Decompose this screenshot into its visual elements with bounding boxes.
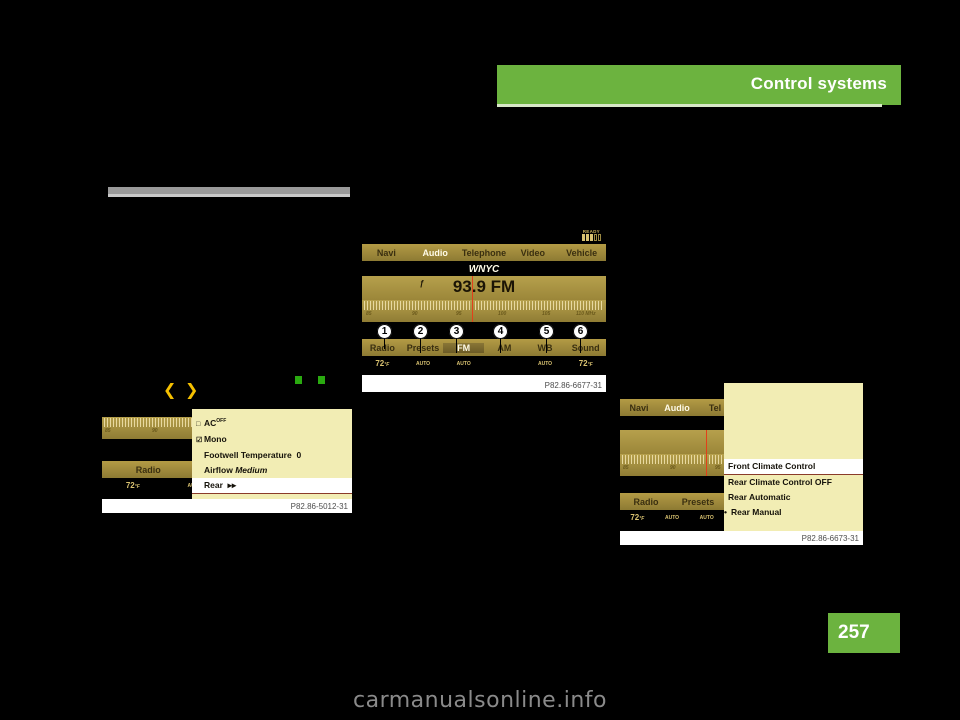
figure-climate-submenu: 85 90 Radio Presets 72°F AUTO □ACOFF ☑Mo… — [102, 409, 352, 513]
figure-radio-callouts: READY Navi Audio Telephone Video Vehicle… — [362, 229, 606, 392]
comand-screen-rear-climate: Navi Audio Tel ƒ 85 90 95 Radio Presets — [620, 383, 863, 531]
bottom-menu-bar[interactable]: Radio Presets — [620, 493, 724, 510]
scale-tick-95: 95 — [456, 311, 462, 317]
frequency-band: ƒ 93.9 FM — [362, 276, 606, 300]
scale-tick-95: 95 — [715, 465, 721, 471]
menu-item-video[interactable]: Video — [508, 248, 557, 258]
menu-item-radio[interactable]: Radio — [102, 465, 195, 475]
popup-divider — [192, 492, 352, 494]
figure-caption-3: P82.86-6673-31 — [801, 534, 859, 543]
chevron-right-icon: ❯ — [185, 380, 199, 399]
page-title: Control systems — [750, 74, 887, 93]
airflow-value: Medium — [235, 464, 268, 475]
popup-item-front-climate-control[interactable]: Front Climate Control — [724, 459, 863, 474]
watermark: carmanualsonline.info — [353, 688, 607, 713]
top-menu-bar[interactable]: Navi Audio Telephone Video Vehicle — [362, 244, 606, 261]
menu-item-fm[interactable]: FM — [443, 342, 485, 353]
popup-item-rear-automatic[interactable]: Rear Automatic — [724, 490, 863, 505]
menu-item-audio[interactable]: Audio — [658, 403, 696, 413]
figure-caption-2: P82.86-5012-31 — [290, 502, 348, 511]
scale-tick-110: 110 MHz — [576, 311, 596, 317]
menu-item-vehicle[interactable]: Vehicle — [557, 248, 606, 258]
frequency-band — [620, 430, 734, 454]
climate-temp-left: 72°F — [630, 513, 645, 522]
climate-status-bar[interactable]: 72°F AUTO AUTO AUTO 72°F — [362, 357, 606, 370]
scale-tick-85: 85 — [105, 428, 111, 434]
header-underline — [497, 104, 882, 107]
status-bar: READY — [362, 229, 606, 243]
figure-rear-climate-menu: Navi Audio Tel ƒ 85 90 95 Radio Presets — [620, 383, 863, 545]
tuning-needle — [472, 276, 473, 322]
green-dot-1-icon — [295, 376, 302, 384]
page-number-tab: 257 — [828, 613, 900, 653]
climate-status-bar[interactable]: 72°F AUTO AUTO — [620, 511, 724, 524]
scale-ticks — [364, 301, 604, 310]
menu-item-navi[interactable]: Navi — [362, 248, 411, 258]
menu-item-radio[interactable]: Radio — [620, 497, 672, 507]
top-menu-bar[interactable]: Navi Audio Tel — [620, 399, 734, 416]
comand-screen-radio: READY Navi Audio Telephone Video Vehicle… — [362, 229, 606, 375]
green-dot-2-icon — [318, 376, 325, 384]
menu-item-am[interactable]: AM — [484, 343, 525, 353]
rear-climate-popup-menu[interactable]: Front Climate Control Rear Climate Contr… — [724, 383, 863, 531]
callout-2: 2 — [413, 324, 428, 339]
manual-page: Control systems ❮ ❯ READY Navi Audio Tel… — [0, 0, 960, 720]
checkbox-unchecked-icon[interactable]: □ — [196, 418, 204, 431]
scale-tick-100: 100 — [498, 311, 507, 317]
menu-item-presets[interactable]: Presets — [403, 343, 444, 353]
callout-6: 6 — [573, 324, 588, 339]
climate-temp-left: 72°F — [125, 481, 140, 490]
checkbox-checked-icon[interactable]: ☑ — [196, 434, 204, 447]
menu-item-sound[interactable]: Sound — [565, 343, 606, 353]
climate-auto-2: AUTO — [456, 360, 471, 367]
scale-tick-90: 90 — [412, 311, 418, 317]
menu-item-audio[interactable]: Audio — [411, 248, 460, 258]
frequency-value: 93.9 FM — [452, 277, 516, 296]
climate-auto-2: AUTO — [699, 514, 714, 521]
menu-item-radio[interactable]: Radio — [362, 343, 403, 353]
popup-item-mono[interactable]: ☑ Mono — [192, 432, 352, 448]
popup-item-footwell-temperature[interactable]: Footwell Temperature 0 — [192, 448, 352, 463]
frequency-scale: 85 90 95 100 105 110 MHz — [362, 300, 606, 322]
comand-screen-climate: 85 90 Radio Presets 72°F AUTO □ACOFF ☑Mo… — [102, 409, 352, 499]
page-number: 257 — [838, 622, 870, 643]
figure-caption-1: P82.86-6677-31 — [544, 381, 602, 390]
bullet-icon: • — [724, 507, 727, 517]
scale-tick-105: 105 — [542, 311, 551, 317]
footwell-value: 0 — [296, 449, 302, 460]
tuning-needle — [706, 430, 707, 476]
ac-off-sup: OFF — [216, 418, 227, 424]
popup-item-rear-climate-control-off[interactable]: Rear Climate Control OFF — [724, 475, 863, 490]
chevron-left-icon: ❮ — [163, 380, 177, 399]
section-divider — [108, 187, 350, 197]
callout-3: 3 — [449, 324, 464, 339]
scale-numbers: 85 90 95 100 105 110 MHz — [362, 311, 606, 320]
scale-tick-85: 85 — [623, 465, 629, 471]
menu-item-telephone[interactable]: Telephone — [460, 248, 509, 258]
rear-submenu-arrow-icon: ▸▸ — [227, 479, 237, 490]
climate-temp-right: 72°F — [578, 359, 593, 368]
scale-tick-85: 85 — [366, 311, 372, 317]
menu-item-navi[interactable]: Navi — [620, 403, 658, 413]
callout-5: 5 — [539, 324, 554, 339]
popup-item-rear-manual[interactable]: • Rear Manual — [724, 505, 863, 520]
climate-auto-1: AUTO — [415, 360, 431, 367]
climate-auto-3: AUTO — [537, 360, 553, 367]
station-name: WNYC — [468, 264, 500, 275]
bottom-menu-bar[interactable]: Radio Presets FM AM WB Sound — [362, 339, 606, 356]
signal-strength-icon — [582, 234, 601, 241]
menu-item-presets[interactable]: Presets — [672, 497, 724, 507]
callout-1: 1 — [377, 324, 392, 339]
popup-item-ac[interactable]: □ ACOFF — [192, 414, 352, 432]
chapter-header-bar: Control systems — [497, 65, 901, 105]
callout-4: 4 — [493, 324, 508, 339]
popup-item-airflow[interactable]: Airflow Medium — [192, 463, 352, 478]
scale-tick-90: 90 — [670, 465, 676, 471]
scale-tick-90: 90 — [152, 428, 158, 434]
climate-auto-1: AUTO — [664, 514, 680, 521]
popup-item-rear[interactable]: Rear ▸▸ — [192, 477, 352, 493]
climate-popup-menu[interactable]: □ ACOFF ☑ Mono Footwell Temperature 0 Airf… — [192, 409, 352, 499]
climate-temp-left: 72°F — [375, 359, 390, 368]
